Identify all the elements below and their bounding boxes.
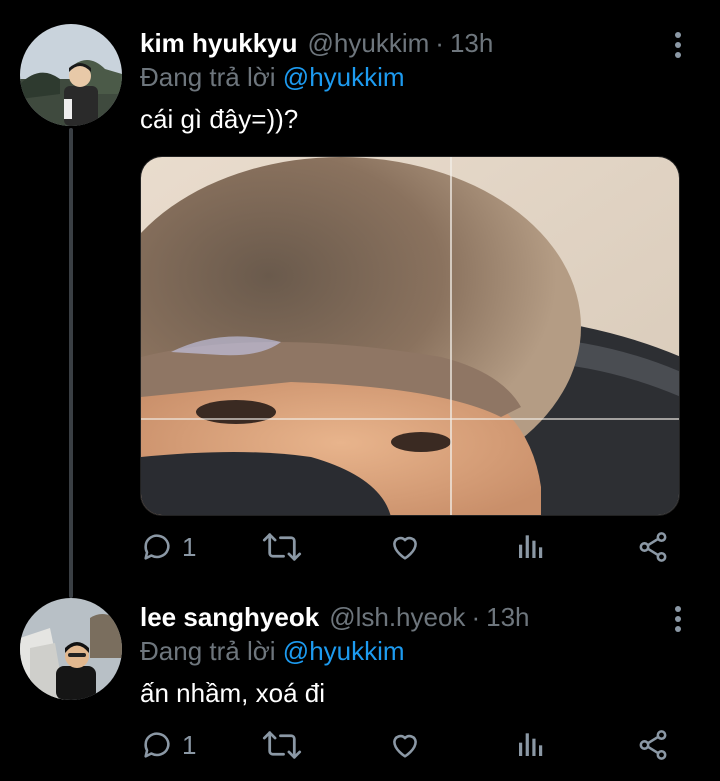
timestamp[interactable]: 13h: [450, 28, 493, 59]
reply-icon: [144, 534, 170, 560]
replying-to-label: Đang trả lời: [140, 62, 276, 92]
user-handle[interactable]: @lsh.hyeok: [329, 602, 465, 633]
reply-count: 1: [182, 531, 197, 562]
reply-button[interactable]: 1: [140, 728, 196, 762]
like-button[interactable]: [388, 530, 422, 564]
replying-to: Đang trả lời @hyukkim: [140, 636, 405, 667]
more-vertical-icon[interactable]: [672, 606, 684, 632]
analytics-button[interactable]: [515, 728, 547, 760]
share-icon: [639, 532, 667, 562]
tweet-photo[interactable]: [140, 156, 680, 516]
tweet-text: cái gì đây=))?: [140, 104, 299, 134]
share-button[interactable]: [636, 530, 670, 564]
heart-icon: [393, 536, 417, 560]
tweet-header: kim hyukkyu @hyukkim · 13h: [140, 28, 493, 59]
avatar[interactable]: [20, 598, 122, 700]
user-handle[interactable]: @hyukkim: [308, 28, 430, 59]
avatar-image: [20, 598, 122, 700]
reply-icon: [144, 732, 170, 758]
timestamp[interactable]: 13h: [486, 602, 529, 633]
tweet[interactable]: lee sanghyeok @lsh.hyeok · 13h Đang trả …: [0, 590, 720, 781]
replying-to-label: Đang trả lời: [140, 636, 276, 666]
display-name[interactable]: lee sanghyeok: [140, 602, 319, 633]
retweet-button[interactable]: [262, 530, 302, 564]
separator: ·: [435, 28, 444, 58]
share-button[interactable]: [636, 728, 670, 762]
analytics-icon: [519, 535, 543, 558]
separator: ·: [471, 602, 481, 632]
tweet-actions: 1: [140, 728, 680, 768]
mention-link[interactable]: @hyukkim: [283, 636, 405, 666]
reply-count: 1: [182, 729, 197, 760]
more-vertical-icon[interactable]: [672, 32, 684, 58]
replying-to: Đang trả lời @hyukkim: [140, 62, 405, 93]
like-button[interactable]: [388, 728, 422, 762]
retweet-icon: [262, 731, 302, 759]
analytics-button[interactable]: [515, 530, 547, 562]
avatar[interactable]: [20, 24, 122, 126]
avatar-image: [20, 24, 122, 126]
photo-image: [141, 157, 679, 515]
analytics-icon: [519, 733, 543, 756]
tweet-text: ấn nhầm, xoá đi: [140, 678, 326, 708]
share-icon: [639, 730, 667, 760]
display-name[interactable]: kim hyukkyu: [140, 28, 298, 59]
tweet-header: lee sanghyeok @lsh.hyeok · 13h: [140, 602, 530, 633]
retweet-icon: [262, 533, 302, 561]
heart-icon: [393, 734, 417, 758]
mention-link[interactable]: @hyukkim: [283, 62, 405, 92]
tweet-actions: 1: [140, 530, 680, 570]
reply-button[interactable]: 1: [140, 530, 196, 564]
retweet-button[interactable]: [262, 728, 302, 762]
tweet[interactable]: kim hyukkyu @hyukkim · 13h Đang trả lời …: [0, 0, 720, 590]
